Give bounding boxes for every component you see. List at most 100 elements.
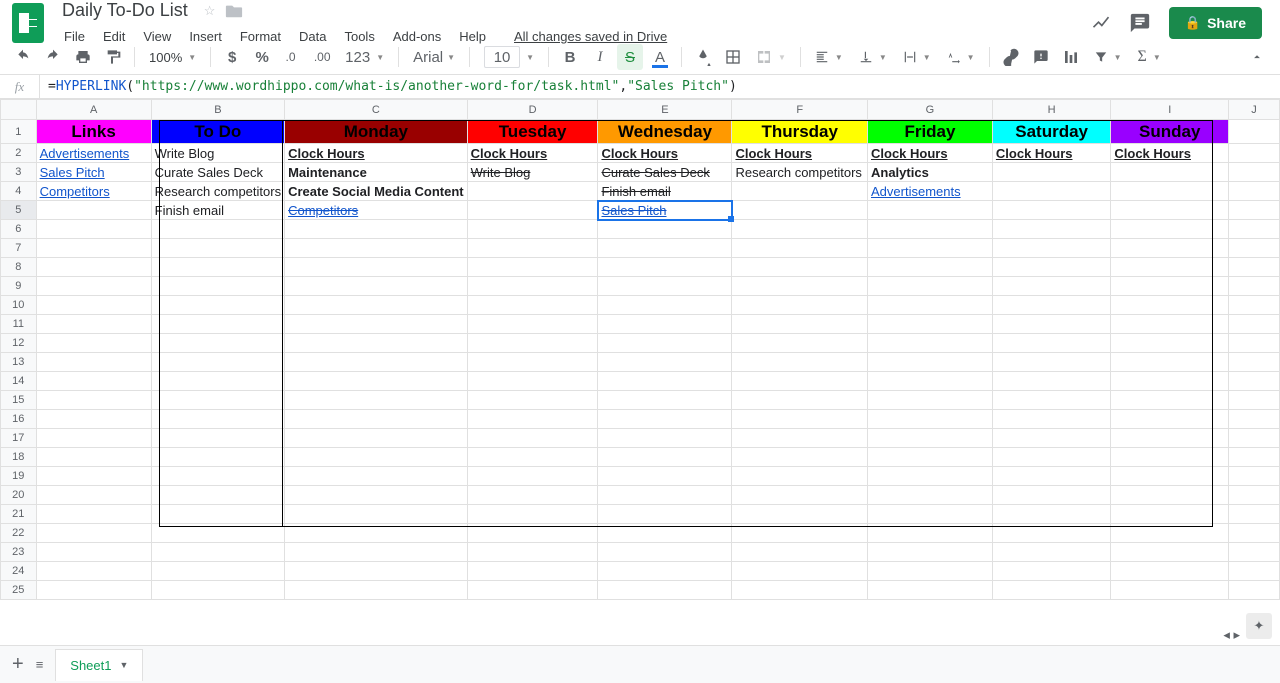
cell-H11[interactable] bbox=[992, 315, 1110, 334]
cell-D5[interactable] bbox=[467, 201, 598, 220]
cell-B19[interactable] bbox=[151, 467, 284, 486]
cell-H18[interactable] bbox=[992, 448, 1110, 467]
column-header-J[interactable]: J bbox=[1229, 100, 1280, 120]
cell-G8[interactable] bbox=[868, 258, 993, 277]
cell-I19[interactable] bbox=[1111, 467, 1229, 486]
cell-G15[interactable] bbox=[868, 391, 993, 410]
cell-G16[interactable] bbox=[868, 410, 993, 429]
row-header-16[interactable]: 16 bbox=[1, 410, 37, 429]
select-all-corner[interactable] bbox=[1, 100, 37, 120]
cell-E14[interactable] bbox=[598, 372, 732, 391]
cell-J15[interactable] bbox=[1229, 391, 1280, 410]
cell-I17[interactable] bbox=[1111, 429, 1229, 448]
cell-B13[interactable] bbox=[151, 353, 284, 372]
vertical-align-button[interactable]: ▼ bbox=[853, 44, 893, 70]
insert-chart-button[interactable] bbox=[1058, 44, 1084, 70]
cell-A24[interactable] bbox=[36, 562, 151, 581]
cell-C19[interactable] bbox=[285, 467, 468, 486]
cell-D11[interactable] bbox=[467, 315, 598, 334]
cell-E17[interactable] bbox=[598, 429, 732, 448]
formula-input[interactable]: =HYPERLINK("https://www.wordhippo.com/wh… bbox=[40, 79, 1280, 94]
cell-C8[interactable] bbox=[285, 258, 468, 277]
cell-E13[interactable] bbox=[598, 353, 732, 372]
strikethrough-button[interactable]: S bbox=[617, 44, 643, 70]
row-header-21[interactable]: 21 bbox=[1, 505, 37, 524]
cell-B11[interactable] bbox=[151, 315, 284, 334]
row-header-3[interactable]: 3 bbox=[1, 163, 37, 182]
cell-I8[interactable] bbox=[1111, 258, 1229, 277]
cell-G23[interactable] bbox=[868, 543, 993, 562]
insert-comment-button[interactable] bbox=[1028, 44, 1054, 70]
cell-C18[interactable] bbox=[285, 448, 468, 467]
row-header-24[interactable]: 24 bbox=[1, 562, 37, 581]
cell-C11[interactable] bbox=[285, 315, 468, 334]
cell-F3[interactable]: Research competitors bbox=[732, 163, 868, 182]
cell-C10[interactable] bbox=[285, 296, 468, 315]
cell-F23[interactable] bbox=[732, 543, 868, 562]
cell-F11[interactable] bbox=[732, 315, 868, 334]
merge-cells-button[interactable]: ▼ bbox=[750, 44, 792, 70]
cell-D2[interactable]: Clock Hours bbox=[467, 144, 598, 163]
cell-E12[interactable] bbox=[598, 334, 732, 353]
cell-C2[interactable]: Clock Hours bbox=[285, 144, 468, 163]
cell-G3[interactable]: Analytics bbox=[868, 163, 993, 182]
row-header-9[interactable]: 9 bbox=[1, 277, 37, 296]
cell-H5[interactable] bbox=[992, 201, 1110, 220]
all-sheets-button[interactable]: ≡ bbox=[36, 657, 44, 672]
cell-H13[interactable] bbox=[992, 353, 1110, 372]
row-header-11[interactable]: 11 bbox=[1, 315, 37, 334]
cell-F24[interactable] bbox=[732, 562, 868, 581]
horizontal-align-button[interactable]: ▼ bbox=[809, 44, 849, 70]
row-header-20[interactable]: 20 bbox=[1, 486, 37, 505]
cell-B24[interactable] bbox=[151, 562, 284, 581]
paint-format-button[interactable] bbox=[100, 44, 126, 70]
cell-E5[interactable]: Sales Pitch bbox=[598, 201, 732, 220]
cell-E15[interactable] bbox=[598, 391, 732, 410]
column-header-I[interactable]: I bbox=[1111, 100, 1229, 120]
cell-C13[interactable] bbox=[285, 353, 468, 372]
cell-G11[interactable] bbox=[868, 315, 993, 334]
cell-G17[interactable] bbox=[868, 429, 993, 448]
cell-D6[interactable] bbox=[467, 220, 598, 239]
cell-I7[interactable] bbox=[1111, 239, 1229, 258]
column-header-F[interactable]: F bbox=[732, 100, 868, 120]
cell-D13[interactable] bbox=[467, 353, 598, 372]
zoom-select[interactable]: 100%▼ bbox=[143, 44, 202, 70]
cell-A5[interactable] bbox=[36, 201, 151, 220]
cell-J4[interactable] bbox=[1229, 182, 1280, 201]
cell-F12[interactable] bbox=[732, 334, 868, 353]
cell-E11[interactable] bbox=[598, 315, 732, 334]
cell-G19[interactable] bbox=[868, 467, 993, 486]
cell-H20[interactable] bbox=[992, 486, 1110, 505]
cell-B12[interactable] bbox=[151, 334, 284, 353]
cell-C9[interactable] bbox=[285, 277, 468, 296]
text-wrap-button[interactable]: ▼ bbox=[897, 44, 937, 70]
font-size-select[interactable]: 10▼ bbox=[478, 44, 540, 70]
cell-D15[interactable] bbox=[467, 391, 598, 410]
cell-F16[interactable] bbox=[732, 410, 868, 429]
row-header-10[interactable]: 10 bbox=[1, 296, 37, 315]
cell-J20[interactable] bbox=[1229, 486, 1280, 505]
cell-C3[interactable]: Maintenance bbox=[285, 163, 468, 182]
cell-E8[interactable] bbox=[598, 258, 732, 277]
cell-F2[interactable]: Clock Hours bbox=[732, 144, 868, 163]
cell-C20[interactable] bbox=[285, 486, 468, 505]
cell-A12[interactable] bbox=[36, 334, 151, 353]
row-header-4[interactable]: 4 bbox=[1, 182, 37, 201]
cell-B16[interactable] bbox=[151, 410, 284, 429]
cell-D19[interactable] bbox=[467, 467, 598, 486]
cell-B14[interactable] bbox=[151, 372, 284, 391]
column-header-G[interactable]: G bbox=[868, 100, 993, 120]
cell-J23[interactable] bbox=[1229, 543, 1280, 562]
cell-F4[interactable] bbox=[732, 182, 868, 201]
cell-A19[interactable] bbox=[36, 467, 151, 486]
cell-D22[interactable] bbox=[467, 524, 598, 543]
currency-button[interactable]: $ bbox=[219, 44, 245, 70]
increase-decimal-button[interactable]: .00 bbox=[309, 44, 335, 70]
cell-H6[interactable] bbox=[992, 220, 1110, 239]
cell-E18[interactable] bbox=[598, 448, 732, 467]
cell-J21[interactable] bbox=[1229, 505, 1280, 524]
column-header-E[interactable]: E bbox=[598, 100, 732, 120]
text-rotation-button[interactable]: ▼ bbox=[941, 44, 981, 70]
more-formats-select[interactable]: 123▼ bbox=[339, 44, 390, 70]
